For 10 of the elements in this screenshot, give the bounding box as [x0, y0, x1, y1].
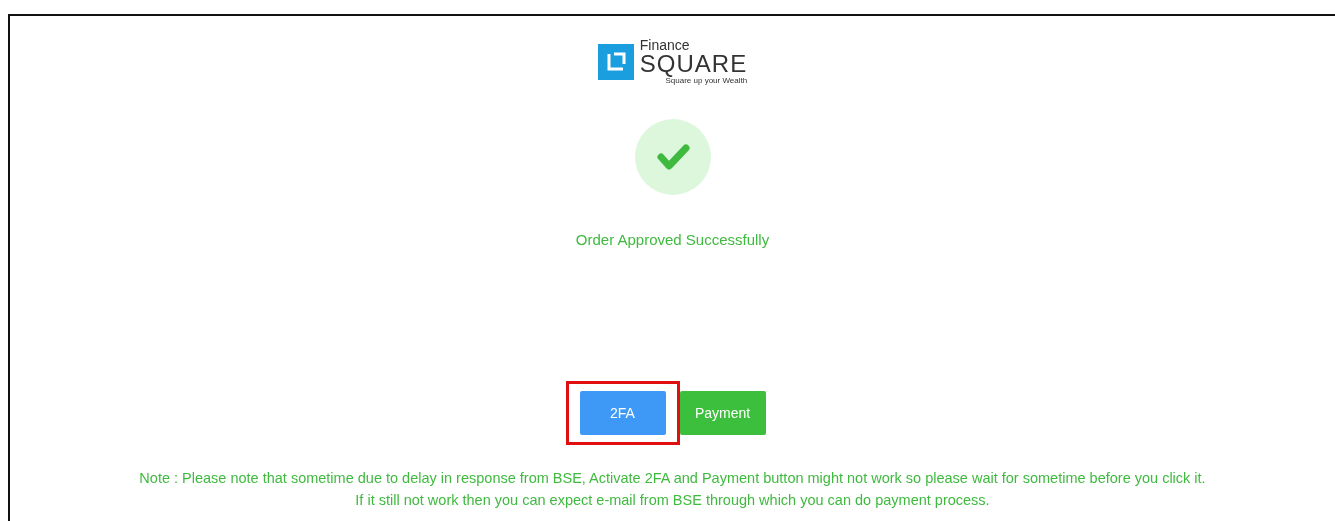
logo-tagline: Square up your Wealth [665, 77, 748, 85]
note-text: Note : Please note that sometime due to delay in response from BSE, Activate 2FA and Payment button might not work so please wait for sometime before you click it. [139, 469, 1206, 488]
note-text: If it still not work then you can expect e-mail from BSE through which you can do payment process. [354, 491, 991, 510]
logo-text: Finance [639, 38, 691, 52]
success-check-icon [634, 119, 711, 195]
status-message: Order Approved Successfully [575, 231, 770, 248]
logo-text: SQUARE [639, 52, 748, 76]
action-button[interactable]: Payment [679, 391, 766, 435]
action-button[interactable]: 2FA [579, 391, 666, 435]
logo-square-icon [597, 43, 634, 80]
